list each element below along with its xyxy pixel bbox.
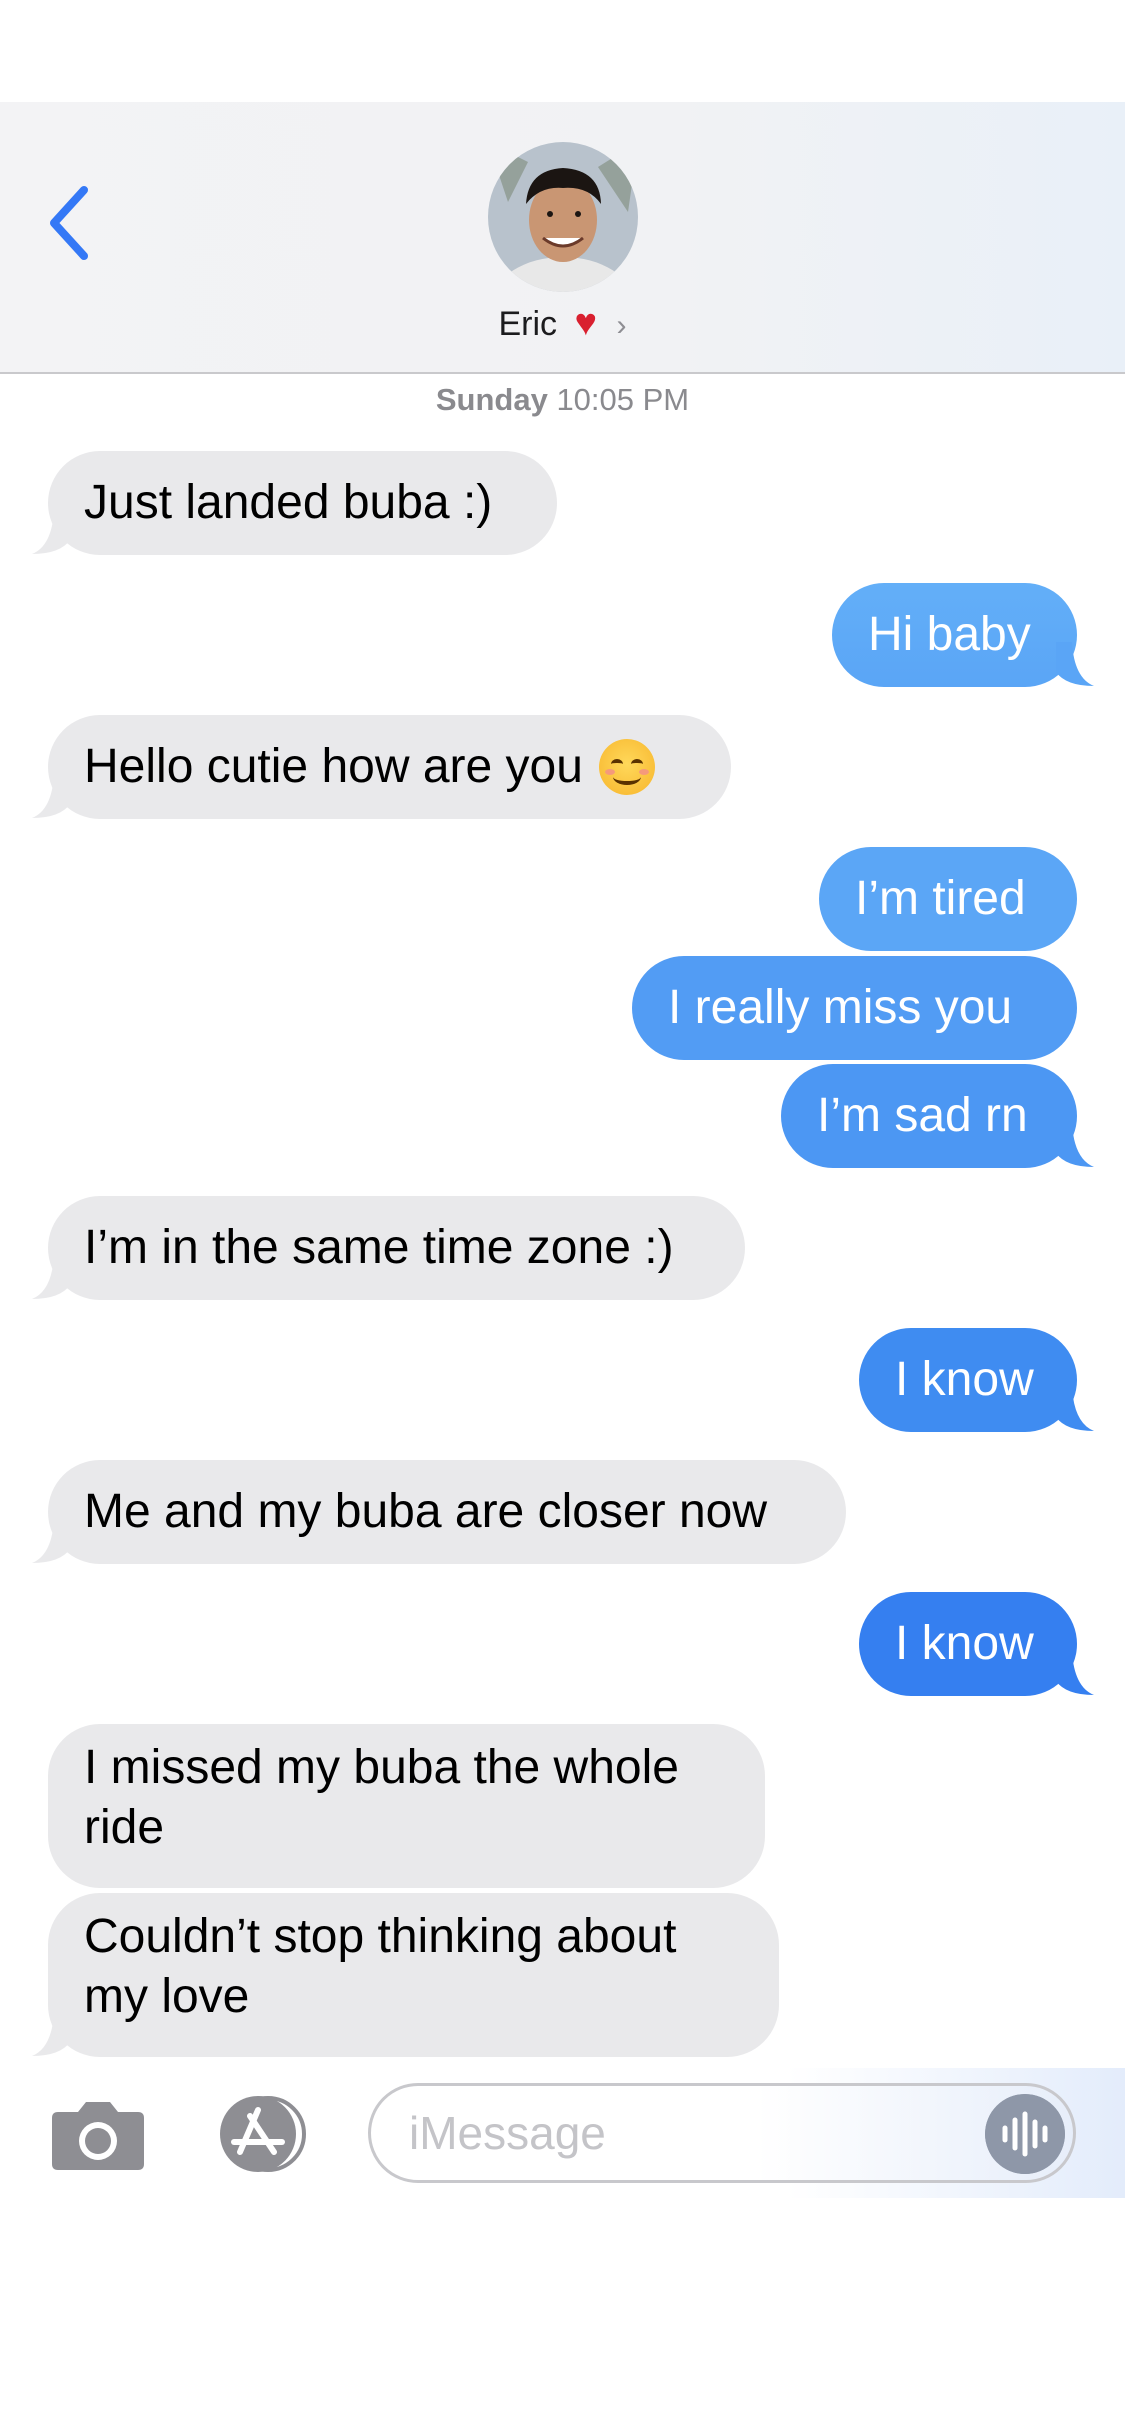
message-text: I’m tired <box>855 872 1026 925</box>
avatar-photo <box>488 142 638 292</box>
incoming-message-bubble[interactable]: Just landed buba :) <box>48 451 557 555</box>
bubble-tail <box>1056 1387 1094 1431</box>
heart-emoji: ♥ <box>574 302 598 344</box>
outgoing-message-bubble[interactable]: I know <box>859 1328 1077 1432</box>
outgoing-message-bubble[interactable]: I really miss you <box>632 956 1077 1060</box>
incoming-message-bubble[interactable]: Couldn’t stop thinking about my love <box>48 1893 779 2057</box>
outgoing-message-bubble[interactable]: Hi baby <box>832 583 1077 687</box>
conversation-header: Eric ♥ › <box>0 102 1125 374</box>
message-text: Me and my buba are closer now <box>84 1485 768 1538</box>
incoming-message-bubble[interactable]: Me and my buba are closer now <box>48 1460 846 1564</box>
message-text: Hi baby <box>868 608 1031 661</box>
contact-name-row[interactable]: Eric ♥ › <box>0 302 1125 345</box>
message-text: I’m sad rn <box>817 1089 1028 1142</box>
imessage-input[interactable]: iMessage <box>368 2083 1076 2183</box>
bubble-tail <box>32 1255 70 1299</box>
bubble-tail <box>1056 642 1094 686</box>
bubble-tail <box>32 2012 70 2056</box>
message-text: Couldn’t stop thinking about my love <box>84 1910 677 2023</box>
timestamp-time: 10:05 PM <box>556 382 690 417</box>
audio-waveform-icon[interactable] <box>985 2094 1065 2174</box>
incoming-message-bubble[interactable]: I missed my buba the whole ride <box>48 1724 765 1888</box>
bubble-tail <box>32 510 70 554</box>
smiling-face-icon <box>598 739 655 795</box>
message-text: I missed my buba the whole ride <box>84 1741 679 1854</box>
contact-avatar[interactable] <box>488 142 638 292</box>
message-text: I know <box>895 1617 1034 1670</box>
message-text: Just landed buba :) <box>84 476 493 529</box>
bubble-tail <box>32 1519 70 1563</box>
input-placeholder: iMessage <box>409 2107 606 2159</box>
bubble-tail <box>1056 1123 1094 1167</box>
camera-icon[interactable] <box>50 2098 146 2170</box>
bubble-tail <box>32 774 70 818</box>
message-composer-bar: iMessage <box>0 2068 1125 2198</box>
incoming-message-bubble[interactable]: I’m in the same time zone :) <box>48 1196 745 1300</box>
contact-name: Eric <box>498 305 558 343</box>
chevron-right-icon: › <box>616 309 627 342</box>
message-timestamp: Sunday 10:05 PM <box>0 382 1125 418</box>
message-text: I’m in the same time zone :) <box>84 1221 674 1274</box>
back-chevron-icon[interactable] <box>40 178 100 268</box>
app-store-icon[interactable] <box>210 2094 320 2174</box>
message-text: I really miss you <box>668 981 1013 1034</box>
bubble-tail <box>1056 1651 1094 1695</box>
outgoing-message-bubble[interactable]: I know <box>859 1592 1077 1696</box>
outgoing-message-bubble[interactable]: I’m sad rn <box>781 1064 1077 1168</box>
incoming-message-bubble[interactable]: Hello cutie how are you <box>48 715 731 819</box>
message-text: I know <box>895 1353 1034 1406</box>
timestamp-day: Sunday <box>435 382 548 417</box>
outgoing-message-bubble[interactable]: I’m tired <box>819 847 1077 951</box>
message-text: Hello cutie how are you <box>84 740 583 793</box>
